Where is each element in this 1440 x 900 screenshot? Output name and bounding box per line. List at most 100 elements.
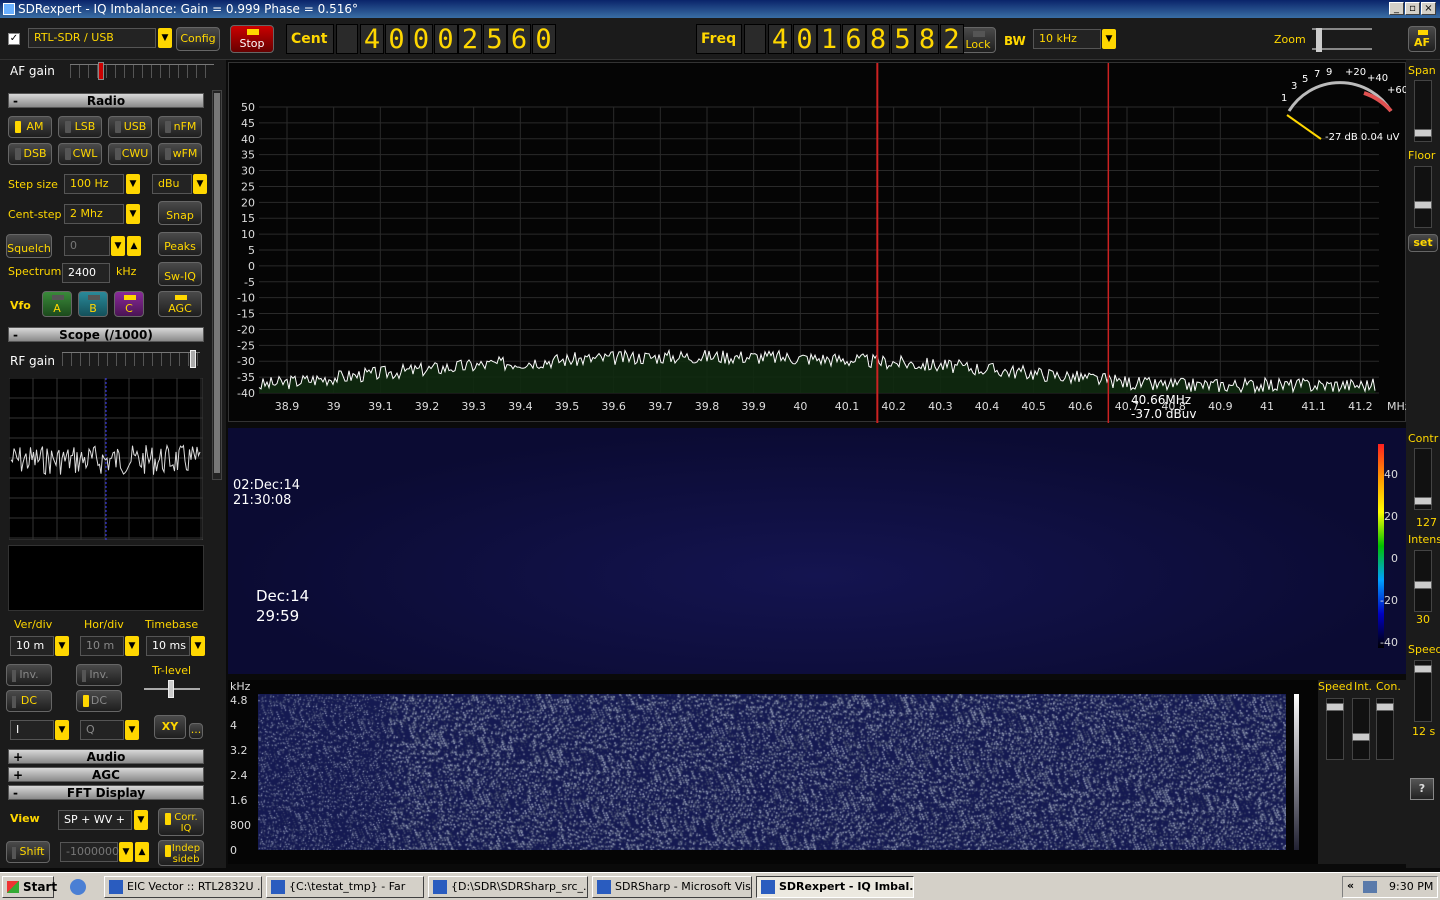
timebase-dropdown-icon[interactable]: ▼ [191,636,205,656]
af-gain-knob[interactable] [98,62,104,80]
device-select[interactable]: RTL-SDR / USB [28,28,156,48]
mode-button-am[interactable]: AM [8,116,52,138]
panel-scrollbar[interactable] [212,90,222,480]
contrast-knob[interactable] [1414,497,1432,505]
config-button[interactable]: Config [176,27,220,51]
center-digit[interactable]: 5 [482,24,507,54]
unit-select[interactable]: dBu [152,174,192,194]
unit-dropdown-icon[interactable]: ▼ [193,174,207,194]
squelch-down-icon[interactable]: ▼ [111,236,125,256]
af-gain-slider[interactable] [70,62,214,80]
hor-div-dropdown-icon[interactable]: ▼ [125,636,139,656]
spectrogram-con-slider[interactable] [1376,698,1394,760]
bandwidth-dropdown-icon[interactable]: ▼ [1102,29,1116,49]
mode-button-usb[interactable]: USB [108,116,152,138]
swap-iq-button[interactable]: Sw-IQ [158,262,202,286]
scope-collapse-icon[interactable]: - [13,328,18,343]
center-digit[interactable]: 0 [433,24,458,54]
help-button[interactable]: ? [1410,778,1434,800]
freq-digit[interactable]: 8 [915,24,939,54]
tray-expand-icon[interactable]: « [1347,879,1354,892]
channel-2-dropdown-icon[interactable]: ▼ [125,720,139,740]
freq-digit[interactable]: 1 [817,24,841,54]
span-slider[interactable] [1414,80,1432,142]
radio-section-header[interactable]: - Radio [8,93,204,108]
audio-spectrogram[interactable]: kHz 4.8 4 3.2 2.4 1.6 800 0 [228,680,1318,864]
taskbar-item[interactable]: SDRexpert - IQ Imbal... [756,876,914,898]
hor-div-select[interactable]: 10 m [80,636,124,656]
radio-collapse-icon[interactable]: - [13,94,18,109]
center-digit[interactable]: 0 [409,24,433,54]
mode-button-dsb[interactable]: DSB [8,143,52,165]
squelch-value[interactable]: 0 [64,236,110,256]
shift-down-icon[interactable]: ▼ [119,842,133,862]
ver-div-select[interactable]: 10 m [10,636,54,656]
shift-button[interactable]: Shift [6,841,50,863]
spectrum-display[interactable]: 50 45 40 35 30 25 20 15 10 5 0 -5 -10 -15 -20 -25 -30 -35… [228,62,1411,423]
spectrogram-int-knob[interactable] [1352,733,1370,741]
taskbar-item[interactable]: SDRSharp - Microsoft Vis... [592,876,752,898]
channel-2-select[interactable]: Q [80,720,124,740]
rf-gain-slider[interactable] [62,350,200,368]
mode-button-cwl[interactable]: CWL [58,143,102,165]
taskbar-item[interactable]: {D:\SDR\SDRSharp_src_... [428,876,588,898]
scope-section-header[interactable]: - Scope (/1000) [8,327,204,342]
freq-digit[interactable]: 8 [866,24,890,54]
trigger-level-slider[interactable] [144,680,200,698]
maximize-button[interactable]: ▫ [1405,2,1420,15]
mode-button-nfm[interactable]: nFM [158,116,202,138]
fft-collapse-icon[interactable]: - [13,786,18,801]
timebase-select[interactable]: 10 ms [146,636,190,656]
taskbar-item[interactable]: EIC Vector :: RTL2832U ... [104,876,262,898]
center-digit[interactable]: 0 [531,24,556,54]
intensity-knob[interactable] [1414,581,1432,589]
dc-1-button[interactable]: DC [6,690,52,712]
waterfall-speed-slider[interactable] [1414,660,1432,722]
taskbar-item[interactable]: {C:\testat_tmp} - Far [266,876,424,898]
freq-digit[interactable]: 0 [792,24,817,54]
squelch-button[interactable]: Squelch [6,234,52,258]
invert-2-button[interactable]: Inv. [76,664,122,686]
spectrum-width-input[interactable]: 2400 [62,263,110,283]
close-button[interactable]: × [1421,2,1436,15]
channel-1-dropdown-icon[interactable]: ▼ [55,720,69,740]
intensity-slider[interactable] [1414,550,1432,612]
channel-1-select[interactable]: I [10,720,54,740]
step-size-select[interactable]: 100 Hz [64,174,124,194]
zoom-slider[interactable] [1312,28,1372,52]
cent-step-select[interactable]: 2 Mhz [64,204,124,224]
freq-digit[interactable]: 5 [890,24,915,54]
agc-expand-icon[interactable]: + [13,768,23,783]
cent-step-dropdown-icon[interactable]: ▼ [126,204,140,224]
spectrogram-con-knob[interactable] [1376,703,1394,711]
scope-more-button[interactable]: ... [189,723,203,739]
zoom-knob[interactable] [1316,28,1322,52]
device-dropdown-icon[interactable]: ▼ [158,28,172,48]
waterfall-display[interactable]: 02:Dec:14 21:30:08 Dec:14 29:59 40 20 0 -20… [228,428,1406,674]
spectrogram-speed-knob[interactable] [1326,703,1344,711]
vfo-b-button[interactable]: B [78,291,108,317]
dc-2-button[interactable]: DC [76,690,122,712]
center-digit[interactable]: 6 [507,24,531,54]
center-digit[interactable]: 0 [384,24,409,54]
span-knob[interactable] [1414,129,1432,137]
start-button[interactable]: Start [2,876,57,898]
shift-value-input[interactable]: -1000000 [60,842,119,862]
set-button[interactable]: set [1408,234,1438,252]
floor-knob[interactable] [1414,201,1432,209]
independent-sideband-button[interactable]: Indep sideb [158,840,204,866]
scrollbar-thumb[interactable] [214,93,220,473]
rf-gain-knob[interactable] [190,350,196,368]
vfo-a-button[interactable]: A [42,291,72,317]
spectrogram-int-slider[interactable] [1352,698,1370,760]
shift-up-icon[interactable]: ▲ [135,842,149,862]
snap-button[interactable]: Snap [158,201,202,225]
fft-section-header[interactable]: - FFT Display [8,785,204,800]
peaks-button[interactable]: Peaks [158,232,202,256]
device-checkbox[interactable]: ✓ [8,33,20,45]
contrast-slider[interactable] [1414,448,1432,510]
af-button[interactable]: AF [1408,26,1436,52]
mode-button-wfm[interactable]: wFM [158,143,202,165]
xy-button[interactable]: XY [154,715,186,739]
lock-button[interactable]: Lock [960,27,996,53]
